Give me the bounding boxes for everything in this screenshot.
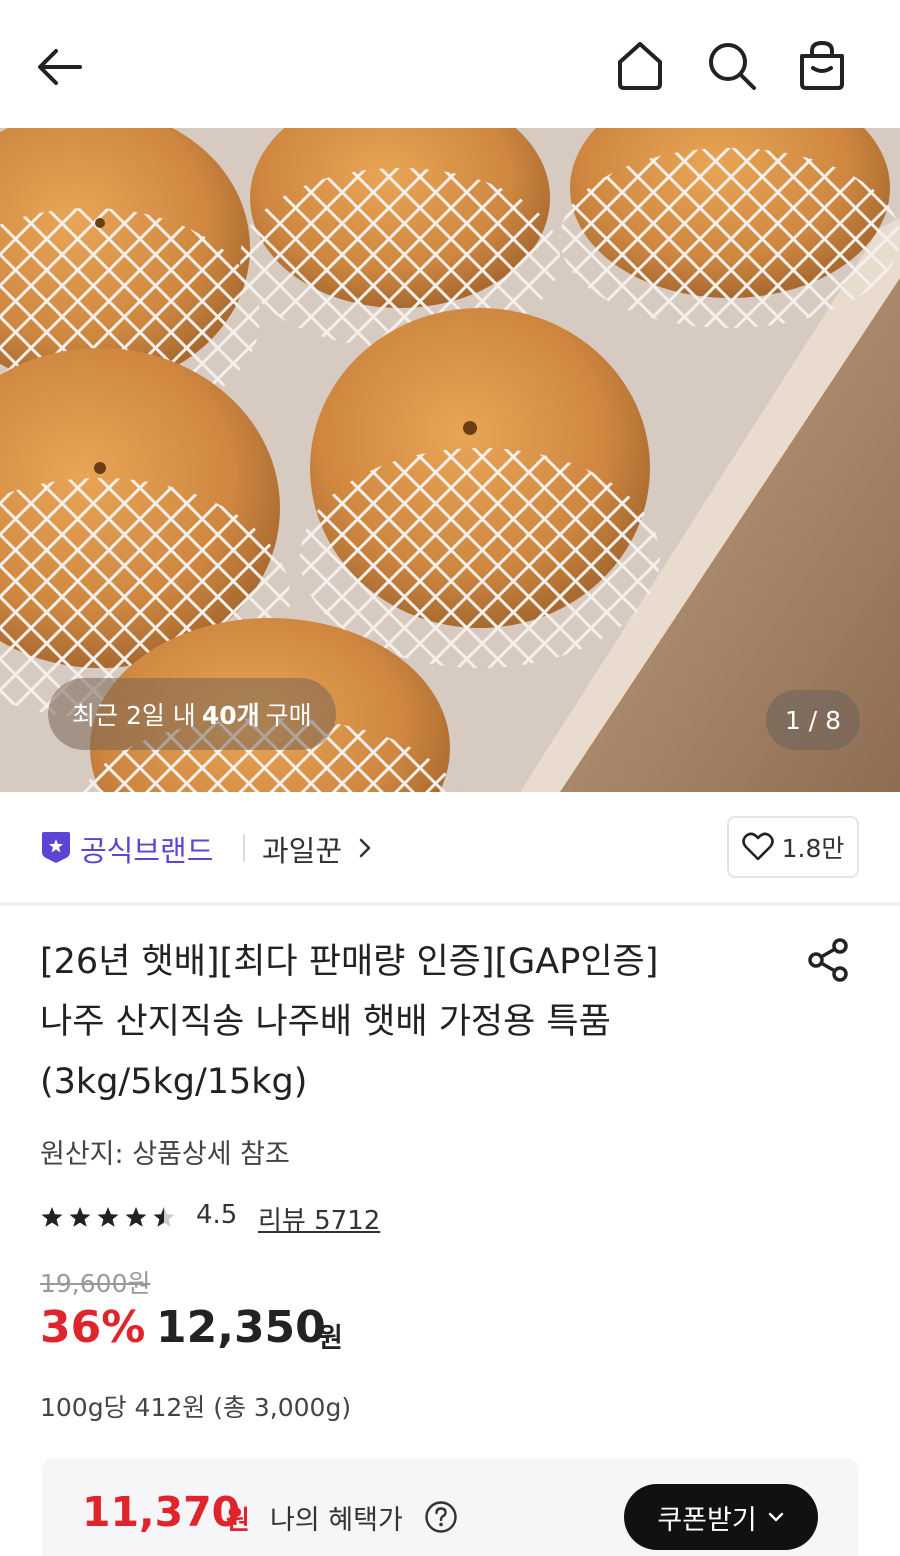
home-icon[interactable] (612, 38, 668, 94)
like-count: 1.8만 (781, 834, 845, 863)
official-brand-label: 공식브랜드 (80, 834, 214, 868)
review-count-link[interactable]: 리뷰 5712 (258, 1200, 380, 1237)
product-title: [26년 햇배][최다 판매량 인증][GAP인증] 나주 산지직송 나주배 햇… (40, 932, 760, 1112)
sale-price: 12,350 (156, 1302, 326, 1353)
shopping-bag-icon[interactable] (794, 38, 850, 94)
title-line: [26년 햇배][최다 판매량 인증][GAP인증] (40, 942, 659, 982)
unit-price: 100g당 412원 (총 3,000g) (40, 1393, 352, 1422)
title-line: (3kg/5kg/15kg) (40, 1062, 308, 1102)
image-page-indicator: 1 / 8 (766, 690, 860, 750)
search-icon[interactable] (704, 38, 760, 94)
heart-icon (741, 832, 774, 861)
title-line: 나주 산지직송 나주배 햇배 가정용 특품 (40, 1002, 611, 1042)
top-navigation-bar (0, 0, 900, 128)
brand-divider (243, 834, 245, 862)
section-divider (0, 902, 900, 906)
seller-name-link[interactable]: 과일꾼 (262, 828, 342, 870)
coupon-button-label: 쿠폰받기 (657, 1504, 757, 1536)
question-circle-icon[interactable] (424, 1500, 458, 1534)
benefit-price-box: 11,370 원 나의 혜택가 쿠폰받기 (42, 1458, 858, 1556)
star-rating-icon (41, 1207, 175, 1227)
chevron-right-icon[interactable] (356, 836, 374, 860)
original-price: 19,600원 (40, 1269, 151, 1298)
get-coupon-button[interactable]: 쿠폰받기 (624, 1484, 818, 1550)
benefit-label: 나의 혜택가 (270, 1505, 403, 1536)
chevron-down-icon (768, 1512, 783, 1522)
brand-row: 공식브랜드 과일꾼 1.8만 (0, 792, 900, 902)
purchase-prefix: 최근 2일 내 (72, 701, 196, 730)
benefit-price: 11,370 (82, 1488, 241, 1536)
origin-info: 원산지: 상품상세 참조 (40, 1139, 290, 1170)
product-image-carousel[interactable]: 최근 2일 내 40개 구매 1 / 8 (0, 128, 900, 792)
back-arrow-icon[interactable] (32, 40, 86, 94)
sale-price-currency: 원 (318, 1323, 343, 1354)
purchase-count: 40개 (201, 701, 260, 730)
rating-score: 4.5 (196, 1200, 238, 1230)
purchase-suffix: 구매 (265, 701, 312, 730)
discount-rate: 36% (40, 1302, 146, 1353)
official-brand-shield-icon (42, 832, 70, 863)
share-icon[interactable] (804, 936, 852, 984)
like-button[interactable]: 1.8만 (727, 816, 859, 878)
recent-purchase-badge: 최근 2일 내 40개 구매 (48, 678, 336, 750)
benefit-price-currency: 원 (226, 1506, 250, 1536)
